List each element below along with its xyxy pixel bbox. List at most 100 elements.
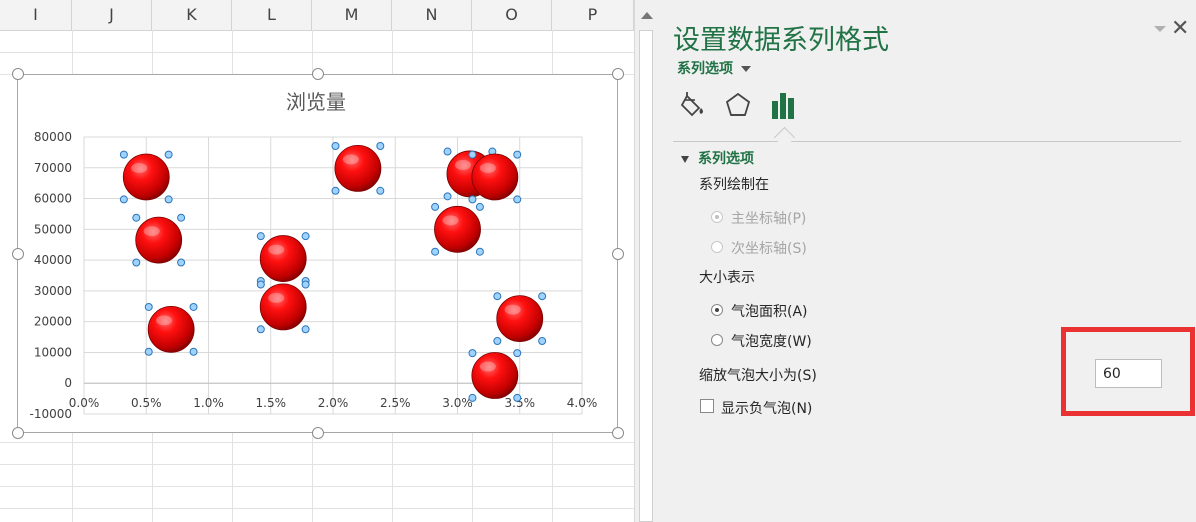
bubble-chart[interactable]: 浏览量 80000 70000 60000 50000 40000 30000 20000 1… <box>17 74 618 433</box>
resize-handle-top-right[interactable] <box>612 68 624 80</box>
resize-handle-bottom[interactable] <box>312 427 324 439</box>
scrollbar-thumb[interactable] <box>639 30 653 522</box>
selection-marker[interactable] <box>468 195 477 204</box>
bubble[interactable] <box>471 352 519 399</box>
selection-marker[interactable] <box>376 141 385 150</box>
bubble[interactable] <box>334 144 382 192</box>
selection-marker[interactable] <box>538 292 547 301</box>
resize-handle-top-left[interactable] <box>12 68 24 80</box>
selection-marker[interactable] <box>493 336 502 345</box>
vertical-scrollbar[interactable] <box>634 0 659 522</box>
selection-marker[interactable] <box>475 202 484 211</box>
bubble-point[interactable] <box>493 292 547 345</box>
bubble[interactable] <box>471 153 519 201</box>
show-negative-bubbles-checkbox[interactable] <box>700 399 714 413</box>
bubble-highlight <box>131 163 148 174</box>
selection-marker[interactable] <box>177 213 186 222</box>
selection-marker[interactable] <box>468 393 477 402</box>
selection-marker[interactable] <box>376 186 385 195</box>
column-header-o[interactable]: O <box>472 0 552 30</box>
bubble[interactable] <box>135 216 183 264</box>
selection-marker[interactable] <box>119 150 128 159</box>
bubble[interactable] <box>259 283 307 331</box>
bubble-point[interactable] <box>468 349 522 402</box>
selection-marker[interactable] <box>468 150 477 159</box>
bubble-point[interactable] <box>132 213 186 267</box>
selection-marker[interactable] <box>256 280 265 289</box>
selection-marker[interactable] <box>256 232 265 241</box>
primary-axis-radio[interactable] <box>711 211 723 223</box>
selection-marker[interactable] <box>513 393 522 402</box>
bubble[interactable] <box>122 153 170 201</box>
selection-marker[interactable] <box>513 195 522 204</box>
selection-marker[interactable] <box>431 202 440 211</box>
spreadsheet-grid[interactable]: I J K L M N O P 浏览量 80000 70000 60000 50… <box>0 0 634 522</box>
selection-marker[interactable] <box>538 336 547 345</box>
selection-marker[interactable] <box>164 195 173 204</box>
pentagon-icon[interactable] <box>723 90 753 120</box>
column-header-n[interactable]: N <box>392 0 472 30</box>
selection-marker[interactable] <box>443 147 452 156</box>
selection-marker[interactable] <box>301 280 310 289</box>
bubble-point[interactable] <box>256 280 310 334</box>
selection-marker[interactable] <box>189 302 198 311</box>
selection-marker[interactable] <box>164 150 173 159</box>
selection-marker[interactable] <box>144 302 153 311</box>
resize-handle-right[interactable] <box>612 248 624 260</box>
selection-marker[interactable] <box>144 347 153 356</box>
selection-marker[interactable] <box>189 347 198 356</box>
resize-handle-bottom-right[interactable] <box>612 427 624 439</box>
scroll-up-arrow-icon[interactable] <box>641 12 653 19</box>
column-header-p[interactable]: P <box>552 0 634 30</box>
resize-handle-bottom-left[interactable] <box>12 427 24 439</box>
column-header-j[interactable]: J <box>72 0 152 30</box>
bubble[interactable] <box>434 205 481 253</box>
selection-marker[interactable] <box>443 192 452 201</box>
bubble-point[interactable] <box>256 232 310 285</box>
bar-chart-icon[interactable] <box>769 90 799 120</box>
column-header-k[interactable]: K <box>152 0 232 30</box>
bubble[interactable] <box>147 305 195 353</box>
chart-title[interactable]: 浏览量 <box>286 90 346 114</box>
bubble-area-radio[interactable] <box>711 304 723 316</box>
selection-marker[interactable] <box>513 150 522 159</box>
column-header-m[interactable]: M <box>312 0 392 30</box>
column-header-l[interactable]: L <box>232 0 312 30</box>
y-tick-label: 40000 <box>34 253 72 267</box>
series-options-dropdown[interactable]: 系列选项 <box>677 58 751 78</box>
selection-marker[interactable] <box>132 213 141 222</box>
bubble-point[interactable] <box>144 302 198 356</box>
bubble-point[interactable] <box>431 202 484 256</box>
selection-marker[interactable] <box>331 141 340 150</box>
section-title: 系列选项 <box>698 151 754 167</box>
selection-marker[interactable] <box>493 292 502 301</box>
resize-handle-left[interactable] <box>12 248 24 260</box>
section-series-options[interactable]: 系列选项 <box>681 148 754 168</box>
column-header-i[interactable]: I <box>0 0 72 30</box>
bubble[interactable] <box>496 295 544 342</box>
bubble-width-radio[interactable] <box>711 334 723 346</box>
bubble-point[interactable] <box>331 141 385 195</box>
bubble-width-label: 气泡宽度(W) <box>731 334 812 350</box>
pane-options-chevron-icon[interactable] <box>1154 26 1166 32</box>
close-icon[interactable]: ✕ <box>1171 16 1189 41</box>
selection-marker[interactable] <box>177 258 186 267</box>
paint-bucket-icon[interactable] <box>679 90 709 120</box>
selection-marker[interactable] <box>132 258 141 267</box>
selection-marker[interactable] <box>301 232 310 241</box>
selection-marker[interactable] <box>331 186 340 195</box>
bubble[interactable] <box>259 235 307 282</box>
selection-marker[interactable] <box>301 325 310 334</box>
bubble-highlight <box>442 215 459 226</box>
selection-marker[interactable] <box>119 195 128 204</box>
selection-marker[interactable] <box>256 325 265 334</box>
resize-handle-top[interactable] <box>312 68 324 80</box>
bubble-point[interactable] <box>119 150 173 204</box>
selection-marker[interactable] <box>468 349 477 358</box>
x-tick-label: 2.0% <box>318 396 349 410</box>
selection-marker[interactable] <box>431 247 440 256</box>
chart-canvas: 浏览量 80000 70000 60000 50000 40000 30000 20000 1… <box>29 90 597 421</box>
secondary-axis-radio[interactable] <box>711 241 723 253</box>
selection-marker[interactable] <box>513 349 522 358</box>
selection-marker[interactable] <box>475 247 484 256</box>
